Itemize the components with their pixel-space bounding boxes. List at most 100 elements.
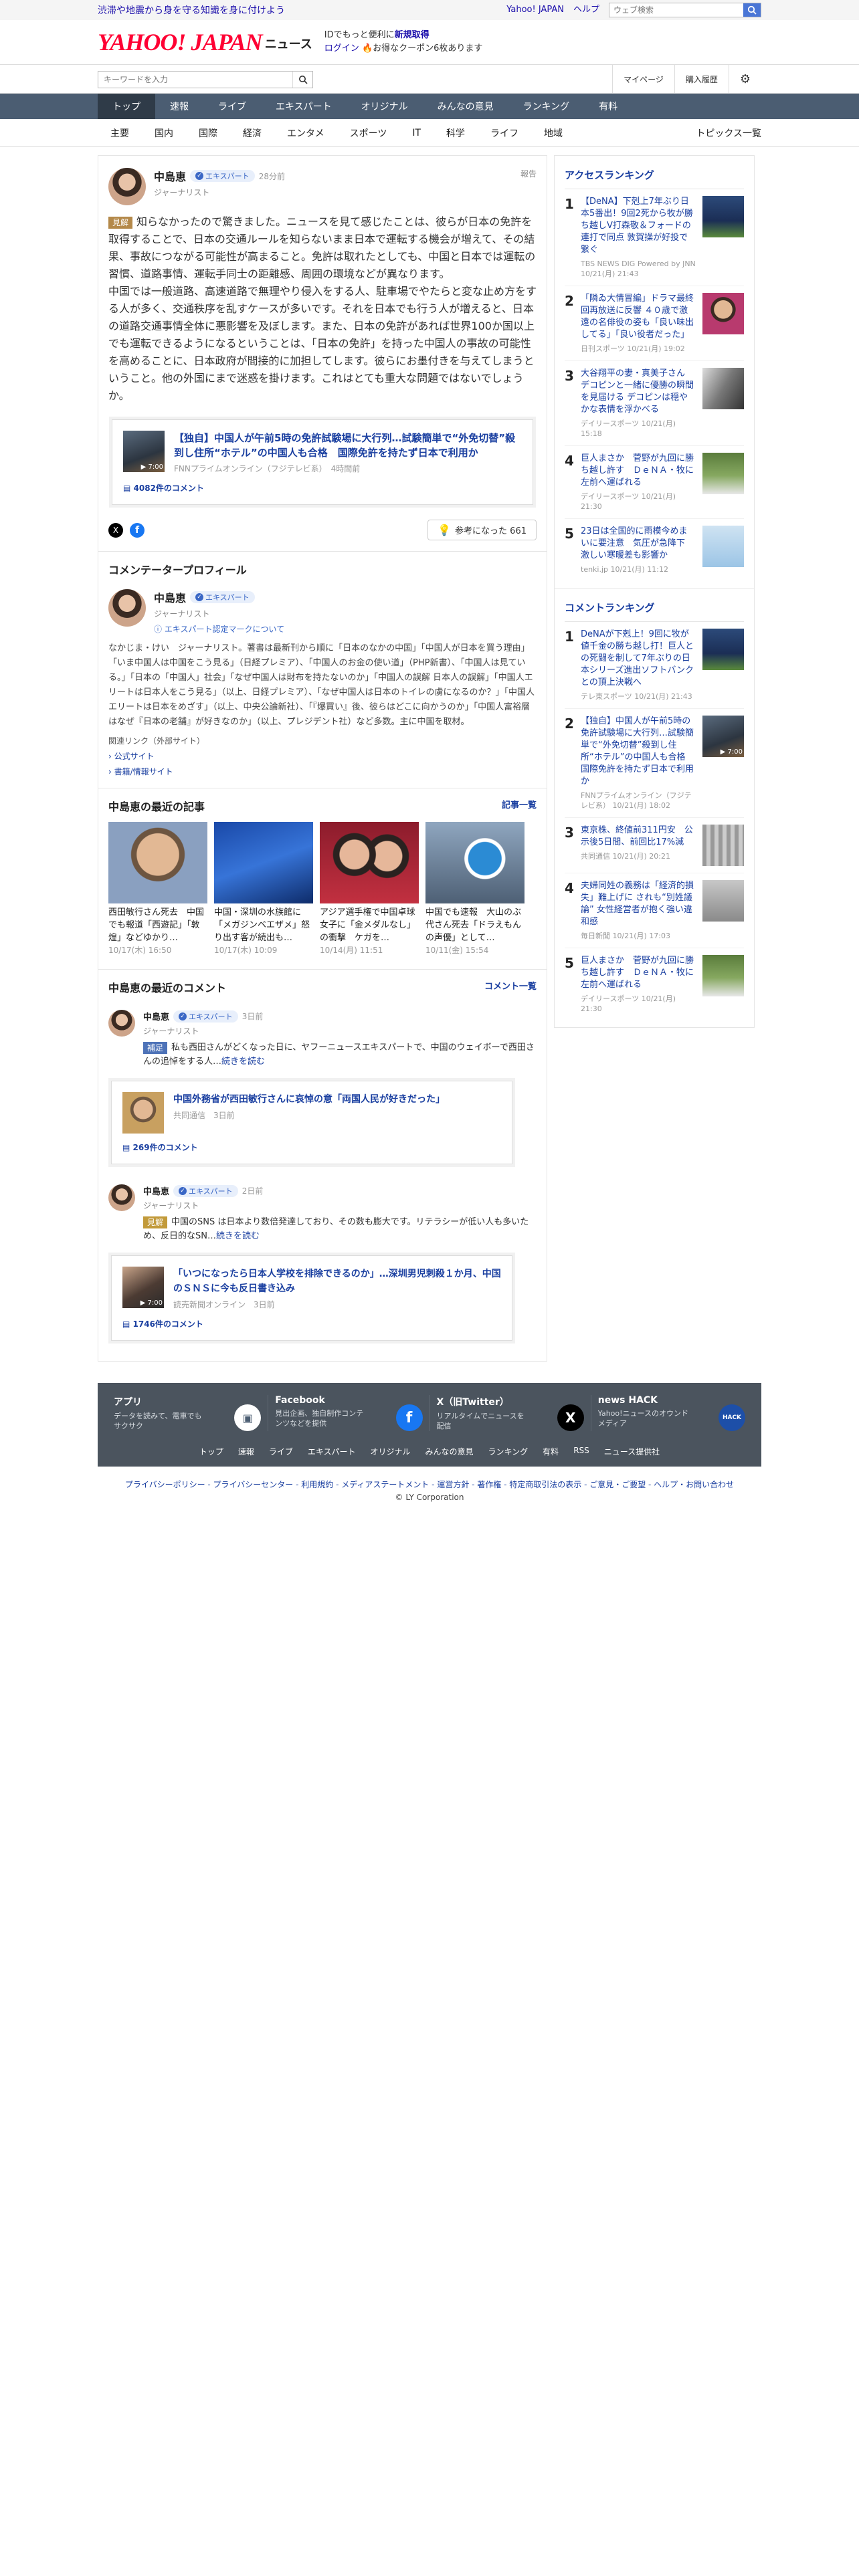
footer-nav-item[interactable]: 速報 [238, 1446, 254, 1457]
cat-main[interactable]: 主要 [98, 126, 142, 140]
comment-excerpt: 私も西田さんがどくなった日に、ヤフーニュースエキスパートで、中国のウェイボーで西… [143, 1043, 535, 1067]
login-link[interactable]: ログイン [324, 43, 359, 53]
cat-sports[interactable]: スポーツ [337, 126, 400, 140]
ranking-item[interactable]: 2 【独自】中国人が午前5時の免許試験場に大行列…試験簡単で“外免切替”殺到し住所… [565, 709, 744, 818]
article-card[interactable]: ▶ 7:00 【独自】中国人が午前5時の免許試験場に大行列…試験簡単で“外免切替… [112, 419, 533, 505]
read-more-link[interactable]: 続きを読む [216, 1231, 260, 1241]
commenter-name[interactable]: 中島恵 [143, 1010, 169, 1023]
news-logo-text: ニュース [264, 37, 312, 51]
footer-nav-item[interactable]: オリジナル [371, 1446, 411, 1457]
keyword-input[interactable] [98, 71, 292, 88]
cat-domestic[interactable]: 国内 [142, 126, 186, 140]
x-share-icon[interactable]: X [108, 522, 123, 538]
footer-newshack[interactable]: news HACK Yahoo!ニュースのオウンドメディア HACK [591, 1395, 752, 1431]
ranking-item[interactable]: 3 東京株、終値前311円安 公示後5日間、前回比17%減 共同通信 10/21(月… [565, 818, 744, 873]
gnav-item-flash[interactable]: 速報 [155, 94, 203, 119]
lightbulb-icon: 💡 [438, 524, 452, 536]
yahoo-logo[interactable]: YAHOO! JAPAN [98, 28, 263, 56]
recent-articles-heading: 中島恵の最近の記事 [108, 800, 205, 813]
footer-nav-item[interactable]: RSS [573, 1446, 589, 1457]
mypage-link[interactable]: マイページ [612, 65, 674, 94]
facebook-icon: f [395, 1404, 423, 1431]
article-title[interactable]: 「いつになったら日本人学校を排除できるのか」…深圳男児刺殺１か月、中国のＳＮＳに… [173, 1267, 501, 1296]
topics-list-link[interactable]: トピックス一覧 [696, 126, 761, 140]
footer-nav-item[interactable]: トップ [199, 1446, 223, 1457]
cat-science[interactable]: 科学 [434, 126, 478, 140]
read-more-link[interactable]: 続きを読む [221, 1057, 265, 1067]
footer-x[interactable]: X（旧Twitter） リアルタイムでニュースを配信 X [430, 1395, 591, 1431]
copyright: © LY Corporation [395, 1493, 464, 1502]
footer-nav-item[interactable]: エキスパート [308, 1446, 356, 1457]
expert-mark-link[interactable]: ⓘ エキスパート認定マークについて [154, 623, 537, 635]
footer-nav-item[interactable]: 有料 [543, 1446, 559, 1457]
article-item[interactable]: 西田敏行さん死去 中国でも報道「西遊記」「敦煌」などゆかり… 10/17(木) … [108, 822, 207, 956]
web-search-input[interactable] [609, 3, 743, 17]
legal-links[interactable]: プライバシーポリシー - プライバシーセンター - 利用規約 - メディアステー… [0, 1479, 859, 1490]
article-title[interactable]: 【独自】中国人が午前5時の免許試験場に大行列…試験簡単で“外免切替”殺到し住所“… [174, 431, 522, 460]
comment-time: 3日前 [242, 1012, 264, 1021]
article-item[interactable]: 中国・深圳の水族館に「メガジンベエザメ」怒り出す客が続出も… 10/17(木) … [214, 822, 313, 956]
ranking-item[interactable]: 4 巨人まさか 菅野が九回に勝ち越し許す ＤｅＮＡ・牧に左前へ運ばれる デイリースポ… [565, 446, 744, 519]
article-comment-count[interactable]: ▤ 4082件のコメント [123, 482, 522, 494]
book-site-link[interactable]: › 書籍/情報サイト [108, 766, 537, 777]
profile-avatar [108, 589, 146, 627]
article-item[interactable]: アジア選手権で中国卓球女子に「金メダルなし」の衝撃 ケガを… 10/14(月) … [320, 822, 419, 956]
author-name[interactable]: 中島恵 [154, 168, 186, 184]
author-role: ジャーナリスト [154, 188, 210, 197]
sidebar: アクセスランキング 1 【DeNA】下剋上7年ぶり日本5番出！9回2死から牧が勝ち… [554, 155, 755, 1028]
comment-article-card[interactable]: ▶ 7:00 「いつになったら日本人学校を排除できるのか」…深圳男児刺殺１か月、… [111, 1255, 512, 1341]
register-link[interactable]: 新規取得 [395, 30, 430, 40]
footer-nav-item[interactable]: ランキング [488, 1446, 529, 1457]
help-link[interactable]: ヘルプ [573, 4, 599, 16]
footer-facebook[interactable]: Facebook 見出企画、独自制作コンテンツなどを提供 f [268, 1395, 430, 1431]
article-comment-count[interactable]: ▤ 269件のコメント [122, 1142, 501, 1153]
ranking-item[interactable]: 5 23日は全国的に雨模今めまいに要注意 気圧が急降下 激しい寒暖差も影響か ten… [565, 519, 744, 581]
article-item-date: 10/14(月) 11:51 [320, 946, 383, 955]
cat-business[interactable]: 経済 [230, 126, 274, 140]
footer-nav-item[interactable]: ライブ [269, 1446, 293, 1457]
yahoo-japan-link[interactable]: Yahoo! JAPAN [506, 4, 564, 16]
cat-world[interactable]: 国際 [186, 126, 230, 140]
ranking-item[interactable]: 1 【DeNA】下剋上7年ぶり日本5番出！9回2死から牧が勝ち越しV打森敬＆フォー… [565, 189, 744, 286]
ranking-item[interactable]: 1 DeNAが下剋上！9回に牧が値千金の勝ち越し打！巨人との死闘を制して7年ぶりの… [565, 622, 744, 709]
purchase-history-link[interactable]: 購入履歴 [674, 65, 729, 94]
cat-entertainment[interactable]: エンタメ [274, 126, 337, 140]
coupon-text[interactable]: お得なクーポン6枚あります [373, 43, 482, 53]
articles-list-link[interactable]: 記事一覧 [502, 798, 537, 814]
article-comment-count[interactable]: ▤ 1746件のコメント [122, 1318, 501, 1329]
avatar[interactable] [108, 168, 146, 205]
gnav-item-ranking[interactable]: ランキング [508, 94, 585, 119]
article-title[interactable]: 中国外務省が西田敏行さんに哀悼の意「両国人民が好きだった」 [173, 1092, 445, 1107]
gnav-item-expert[interactable]: エキスパート [261, 94, 347, 119]
ranking-thumbnail [702, 825, 744, 866]
promo-link[interactable]: 渋滞や地震から身を守る知識を身に付けよう [98, 3, 285, 17]
gnav-item-original[interactable]: オリジナル [347, 94, 423, 119]
footer-app[interactable]: アプリ データを読みて、電車でもサクサク ▣ [107, 1395, 269, 1431]
facebook-share-icon[interactable]: f [130, 522, 145, 538]
ranking-item[interactable]: 2 「隣ゐ大情冒編」ドラマ最終回再放送に反響 ４０歳で激遠の名俳役の姿も「良い味出… [565, 286, 744, 361]
web-search-button[interactable] [743, 3, 761, 17]
gnav-item-paid[interactable]: 有料 [584, 94, 632, 119]
settings-button[interactable]: ⚙ [728, 65, 761, 94]
cat-life[interactable]: ライフ [478, 126, 531, 140]
footer-nav-item[interactable]: ニュース提供社 [604, 1446, 660, 1457]
gnav-item-top[interactable]: トップ [98, 94, 155, 119]
comments-list-link[interactable]: コメント一覧 [484, 979, 537, 995]
ranking-item[interactable]: 5 巨人まさか 菅野が九回に勝ち越し許す ＤｅＮＡ・牧に左前へ運ばれる デイリースポ… [565, 948, 744, 1021]
commenter-name[interactable]: 中島恵 [143, 1184, 169, 1197]
comment-article-card[interactable]: 中国外務省が西田敏行さんに哀悼の意「両国人民が好きだった」 共同通信 3日前 ▤… [111, 1081, 512, 1164]
useful-button[interactable]: 💡 参考になった 661 [427, 520, 537, 540]
ranking-item[interactable]: 3 大谷翔平の妻・真美子さん デコピンと一緒に優勝の瞬間を見届ける デコピンは穏や… [565, 361, 744, 446]
x-icon: X [557, 1404, 584, 1431]
gnav-item-opinions[interactable]: みんなの意見 [423, 94, 508, 119]
cat-it[interactable]: IT [399, 128, 434, 138]
footer-nav-item[interactable]: みんなの意見 [425, 1446, 474, 1457]
cat-local[interactable]: 地域 [531, 126, 575, 140]
official-site-link[interactable]: › 公式サイト [108, 750, 537, 762]
comment-tag: 補足 [143, 1041, 168, 1054]
article-item[interactable]: 中国でも速報 大山のぶ代さん死去「ドラえもんの声優」として… 10/11(金) … [425, 822, 524, 956]
ranking-item[interactable]: 4 夫婦同姓の義務は「経済的損失」難上げに されも“別姓議論” 女性経営者が抱く強… [565, 873, 744, 948]
report-link[interactable]: 報告 [520, 168, 537, 179]
keyword-search-button[interactable] [292, 71, 312, 88]
gnav-item-live[interactable]: ライブ [203, 94, 261, 119]
